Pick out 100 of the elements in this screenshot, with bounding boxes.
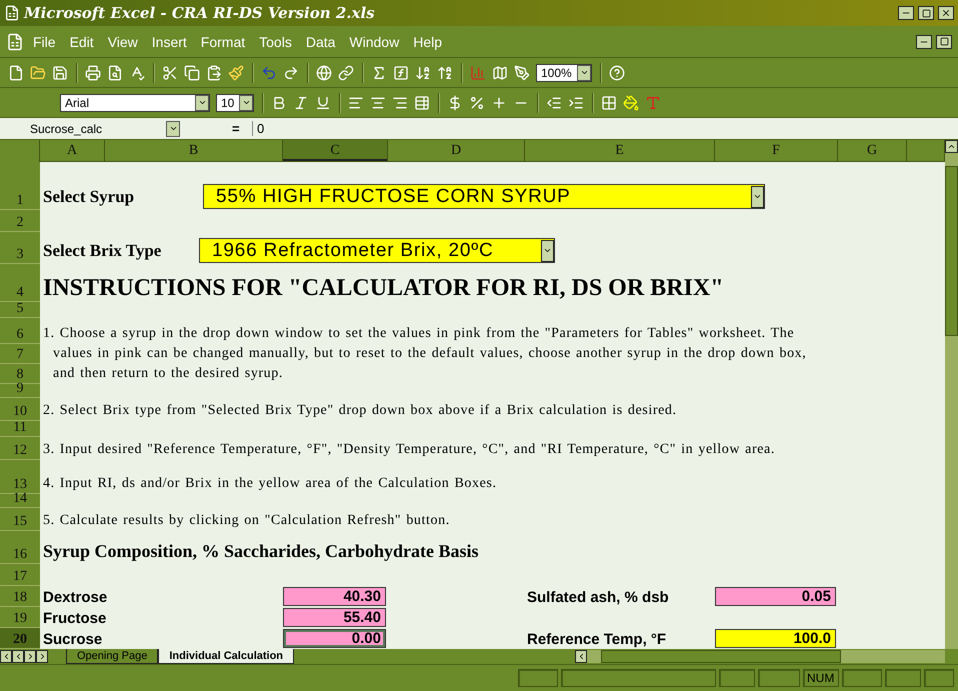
map-icon[interactable] (492, 64, 508, 80)
link-icon[interactable] (338, 64, 354, 80)
menu-item[interactable]: Help (408, 32, 447, 52)
paste-icon[interactable] (206, 64, 222, 80)
column-header[interactable]: B (105, 140, 283, 162)
column-header[interactable]: A (40, 140, 105, 162)
undo-icon[interactable] (261, 64, 277, 80)
align-right-icon[interactable] (392, 94, 408, 110)
menu-item[interactable]: File (28, 32, 61, 52)
sort-ascending-icon[interactable] (415, 64, 431, 80)
dropdown-button[interactable] (577, 64, 591, 80)
drawing-icon[interactable] (514, 64, 530, 80)
minimize-button[interactable] (916, 34, 932, 48)
restore-button[interactable] (936, 34, 952, 48)
print-icon[interactable] (85, 64, 101, 80)
dropdown-button[interactable] (541, 240, 554, 262)
italic-icon[interactable] (293, 94, 309, 110)
formula-field[interactable]: 0 (252, 121, 264, 136)
percent-icon[interactable] (469, 94, 485, 110)
align-center-icon[interactable] (370, 94, 386, 110)
row-header[interactable]: 12 (0, 437, 40, 460)
borders-icon[interactable] (601, 94, 617, 110)
value-cell[interactable]: 55.40 (283, 608, 386, 627)
format-painter-icon[interactable] (228, 64, 244, 80)
row-header[interactable]: 10 (0, 398, 40, 421)
row-header[interactable]: 18 (0, 586, 40, 607)
scroll-thumb[interactable] (945, 166, 958, 336)
last-sheet-button[interactable] (36, 650, 48, 663)
column-header[interactable]: C (283, 140, 388, 162)
increase-decimal-icon[interactable] (491, 94, 507, 110)
row-header[interactable]: 2 (0, 210, 40, 232)
previous-sheet-button[interactable] (12, 650, 24, 663)
cut-icon[interactable] (162, 64, 178, 80)
row-header[interactable]: 14 (0, 494, 40, 508)
row-header[interactable]: 20 (0, 628, 40, 649)
row-header[interactable]: 17 (0, 564, 40, 586)
dropdown-button[interactable] (166, 120, 180, 136)
row-header[interactable]: 1 (0, 162, 40, 210)
sheet-tab[interactable]: Individual Calculation (158, 649, 294, 664)
row-header[interactable]: 15 (0, 508, 40, 531)
restore-button[interactable] (918, 6, 934, 20)
row-header[interactable]: 11 (0, 421, 40, 437)
fill-color-icon[interactable] (623, 94, 639, 110)
merge-center-icon[interactable] (414, 94, 430, 110)
column-header[interactable]: G (838, 140, 907, 162)
dropdown[interactable]: 55% HIGH FRUCTOSE CORN SYRUP (203, 184, 765, 209)
column-header[interactable]: F (715, 140, 838, 162)
value-cell[interactable]: 0.05 (715, 587, 836, 606)
decrease-indent-icon[interactable] (546, 94, 562, 110)
value-cell[interactable]: 40.30 (283, 587, 386, 606)
minimize-button[interactable] (898, 6, 914, 20)
zoom-combo[interactable]: 100% (536, 64, 592, 82)
help-icon[interactable] (609, 64, 625, 80)
open-folder-icon[interactable] (30, 64, 46, 80)
dropdown-button[interactable] (195, 94, 209, 110)
value-cell[interactable]: 100.0 (715, 629, 836, 648)
menu-item[interactable]: Tools (254, 32, 297, 52)
row-header[interactable]: 9 (0, 384, 40, 398)
value-cell[interactable]: 0.00 (283, 629, 386, 648)
font-color-icon[interactable] (645, 94, 661, 110)
row-header[interactable]: 5 (0, 302, 40, 318)
row-header[interactable]: 13 (0, 460, 40, 494)
close-button[interactable] (938, 6, 954, 20)
document-icon[interactable] (6, 32, 24, 50)
name-box[interactable]: Sucrose_calc (30, 120, 180, 138)
row-header[interactable]: 4 (0, 264, 40, 302)
column-header[interactable]: D (388, 140, 525, 162)
row-header[interactable]: 8 (0, 364, 40, 384)
row-header[interactable]: 16 (0, 531, 40, 564)
next-sheet-button[interactable] (24, 650, 36, 663)
menu-item[interactable]: Format (196, 32, 250, 52)
scroll-up-button[interactable] (945, 140, 958, 153)
font-combo[interactable]: Arial (60, 94, 210, 112)
row-header[interactable]: 6 (0, 318, 40, 344)
font-size-combo[interactable]: 10 (216, 94, 254, 112)
row-header[interactable]: 19 (0, 607, 40, 628)
dropdown-button[interactable] (239, 94, 253, 110)
new-file-icon[interactable] (8, 64, 24, 80)
sheet-tab[interactable]: Opening Page (66, 649, 158, 664)
align-left-icon[interactable] (348, 94, 364, 110)
first-sheet-button[interactable] (0, 650, 12, 663)
row-header[interactable]: 3 (0, 232, 40, 264)
increase-indent-icon[interactable] (568, 94, 584, 110)
menu-item[interactable]: Edit (64, 32, 99, 52)
copy-icon[interactable] (184, 64, 200, 80)
globe-icon[interactable] (316, 64, 332, 80)
redo-icon[interactable] (283, 64, 299, 80)
menu-item[interactable]: Data (300, 32, 340, 52)
menu-item[interactable]: Window (344, 32, 404, 52)
function-icon[interactable] (393, 64, 409, 80)
scroll-thumb[interactable] (601, 650, 841, 663)
scroll-left-button[interactable] (575, 650, 587, 663)
column-header[interactable]: E (525, 140, 715, 162)
dropdown[interactable]: 1966 Refractometer Brix, 20ºC (199, 238, 555, 263)
menu-item[interactable]: Insert (146, 32, 192, 52)
row-header[interactable]: 7 (0, 344, 40, 364)
menu-item[interactable]: View (102, 32, 143, 52)
print-preview-icon[interactable] (107, 64, 123, 80)
sort-descending-icon[interactable] (437, 64, 453, 80)
underline-icon[interactable] (315, 94, 331, 110)
